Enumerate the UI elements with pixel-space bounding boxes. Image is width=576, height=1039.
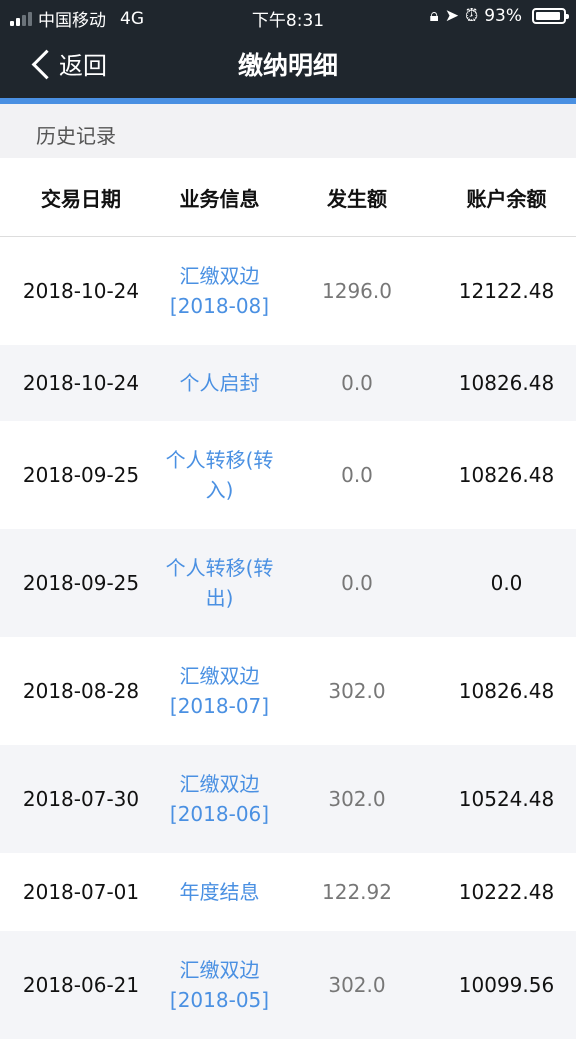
nav-bar: 返回 缴纳明细 (0, 32, 576, 98)
amount-cell: 0.0 (341, 463, 373, 487)
business-info-link[interactable]: 个人转移(转 入) (162, 445, 277, 505)
amount-cell: 122.92 (322, 880, 392, 904)
balance-cell: 10826.48 (458, 371, 555, 395)
business-info-link[interactable]: 年度结息 (162, 877, 277, 907)
balance-cell: 10524.48 (458, 787, 555, 811)
balance-cell: 10099.56 (458, 973, 555, 997)
business-info-link[interactable]: 个人转移(转 出) (162, 553, 277, 613)
table-row[interactable]: 2018-07-01 年度结息 122.92 10222.48 (0, 853, 576, 931)
transaction-list: 2018-10-24 汇缴双边 [2018-08] 1296.0 12122.48 20… (0, 237, 576, 1039)
table-header: 交易日期 业务信息 发生额 账户余额 (0, 158, 576, 237)
business-info-link[interactable]: 汇缴双边 [2018-07] (162, 661, 277, 721)
location-arrow-icon: ➤ (444, 6, 459, 26)
date-cell: 2018-07-30 (22, 787, 140, 811)
table-row[interactable]: 2018-10-24 个人启封 0.0 10826.48 (0, 345, 576, 421)
table-row[interactable]: 2018-06-21 汇缴双边 [2018-05] 302.0 10099.56 (0, 931, 576, 1039)
battery-icon (532, 8, 569, 24)
balance-cell: 10222.48 (458, 880, 555, 904)
balance-cell: 12122.48 (458, 279, 555, 303)
date-cell: 2018-09-25 (22, 463, 140, 487)
battery-level (536, 12, 561, 20)
amount-cell: 302.0 (328, 973, 386, 997)
battery-percent: 93% (484, 6, 522, 26)
section-header: 历史记录 (0, 104, 576, 158)
date-cell: 2018-08-28 (22, 679, 140, 703)
date-cell: 2018-10-24 (22, 279, 140, 303)
rotation-lock-icon: 🔒︎ (429, 6, 439, 26)
amount-cell: 0.0 (341, 571, 373, 595)
table-row[interactable]: 2018-07-30 汇缴双边 [2018-06] 302.0 10524.48 (0, 745, 576, 853)
business-info-link[interactable]: 汇缴双边 [2018-08] (162, 261, 277, 321)
status-bar: 中国移动 4G 下午8:31 🔒︎ ➤ ⏰︎ 93% (0, 0, 576, 32)
page-title: 缴纳明细 (237, 51, 338, 80)
date-cell: 2018-09-25 (22, 571, 140, 595)
balance-cell: 10826.48 (458, 463, 555, 487)
amount-cell: 302.0 (328, 787, 386, 811)
amount-cell: 0.0 (341, 371, 373, 395)
business-info-link[interactable]: 汇缴双边 [2018-05] (162, 955, 277, 1015)
alarm-clock-icon: ⏰︎ (464, 6, 479, 26)
date-cell: 2018-06-21 (22, 973, 140, 997)
date-cell: 2018-07-01 (22, 880, 140, 904)
business-info-link[interactable]: 个人启封 (162, 368, 277, 398)
table-row[interactable]: 2018-10-24 汇缴双边 [2018-08] 1296.0 12122.48 (0, 237, 576, 345)
amount-cell: 1296.0 (322, 279, 392, 303)
table-row[interactable]: 2018-09-25 个人转移(转 入) 0.0 10826.48 (0, 421, 576, 529)
table-row[interactable]: 2018-08-28 汇缴双边 [2018-07] 302.0 10826.48 (0, 637, 576, 745)
status-right: 🔒︎ ➤ ⏰︎ 93% (429, 6, 569, 26)
balance-cell: 10826.48 (458, 679, 555, 703)
amount-cell: 302.0 (328, 679, 386, 703)
column-header-info: 业务信息 (179, 186, 260, 211)
date-cell: 2018-10-24 (22, 371, 140, 395)
table-row[interactable]: 2018-09-25 个人转移(转 出) 0.0 0.0 (0, 529, 576, 637)
column-header-date: 交易日期 (41, 186, 121, 211)
column-header-balance: 账户余额 (466, 186, 547, 211)
section-title: 历史记录 (36, 124, 116, 148)
column-header-amount: 发生额 (327, 186, 387, 211)
balance-cell: 0.0 (490, 571, 523, 595)
business-info-link[interactable]: 汇缴双边 [2018-06] (162, 769, 277, 829)
